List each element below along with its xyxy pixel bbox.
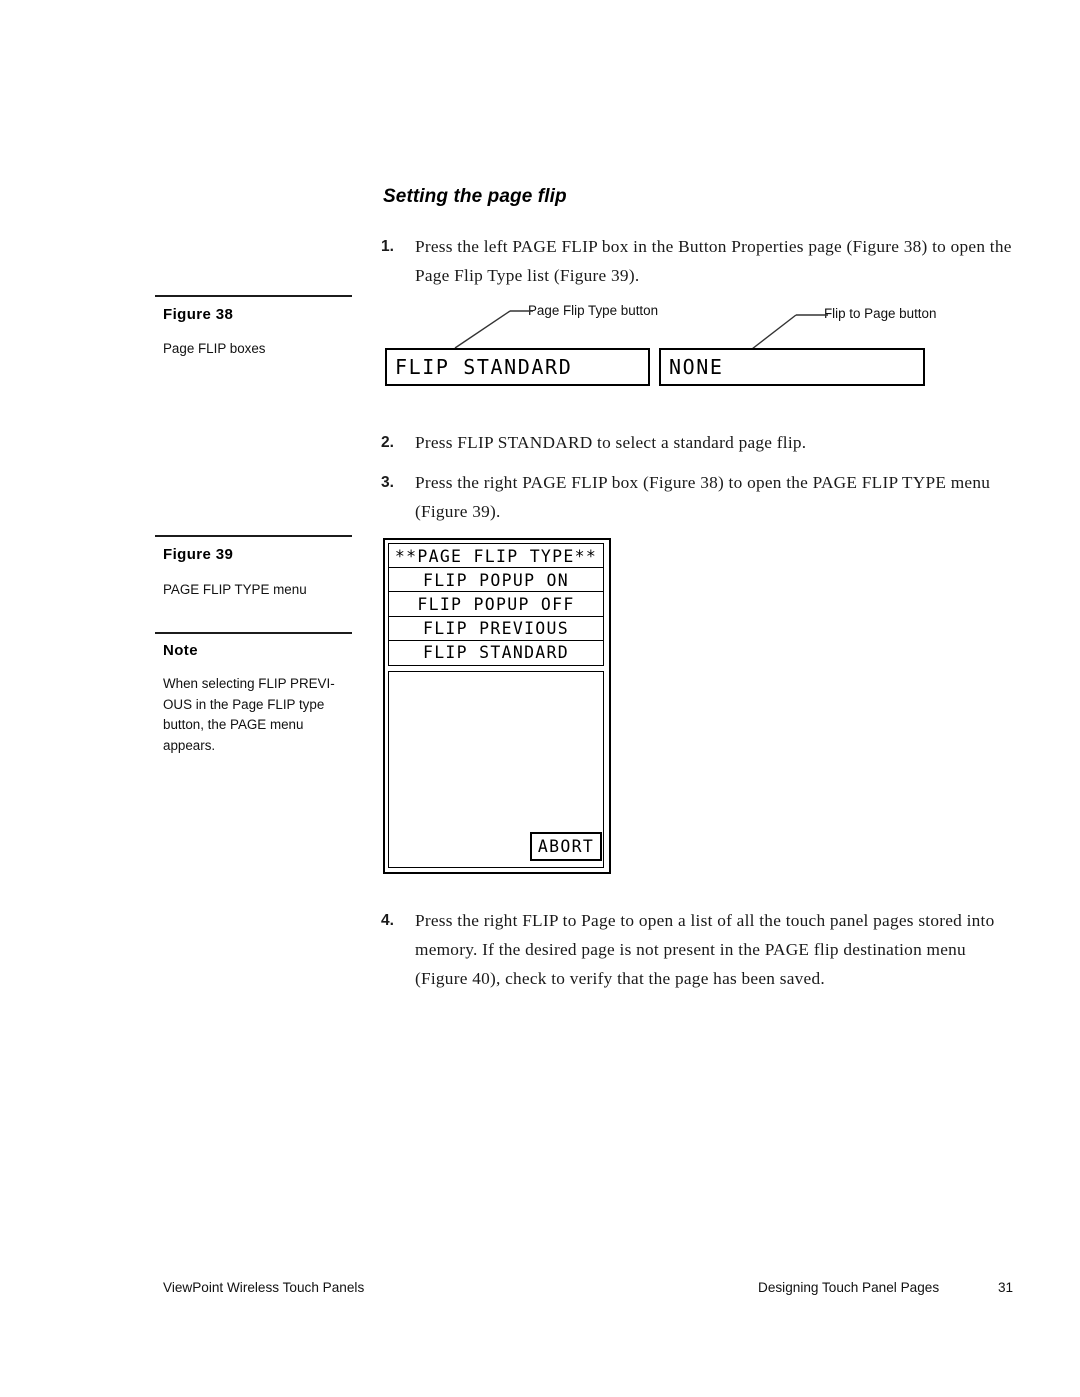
- menu-item-label: FLIP PREVIOUS: [422, 619, 570, 639]
- step-item: 1. Press the left PAGE FLIP box in the B…: [381, 232, 1021, 290]
- note-label: Note: [163, 642, 198, 659]
- menu-empty-area: ABORT: [388, 671, 604, 868]
- menu-row-list: **PAGE FLIP TYPE** FLIP POPUP ON FLIP PO…: [388, 543, 604, 666]
- leader-line-left: [454, 310, 533, 349]
- figure38-label: Figure 38: [163, 306, 234, 323]
- note-text: When selecting FLIP PREVI-OUS in the Pag…: [163, 676, 335, 753]
- step-text: Press the right FLIP to Page to open a l…: [415, 911, 995, 988]
- step-number: 4.: [381, 912, 394, 929]
- leader-line-right: [751, 314, 828, 350]
- menu-item-label: FLIP STANDARD: [422, 643, 570, 663]
- footer-document-title: ViewPoint Wireless Touch Panels: [163, 1280, 365, 1295]
- page-flip-type-value: FLIP STANDARD: [395, 355, 573, 379]
- step-item: 3. Press the right PAGE FLIP box (Figure…: [381, 468, 1021, 526]
- step-text: Press the left PAGE FLIP box in the Butt…: [415, 237, 1012, 285]
- step-number: 2.: [381, 434, 394, 451]
- menu-title-text: **PAGE FLIP TYPE**: [394, 546, 598, 566]
- figure39-caption: PAGE FLIP TYPE menu: [163, 582, 307, 597]
- page-title: Setting the page flip: [383, 186, 567, 207]
- step-number: 1.: [381, 238, 394, 255]
- menu-title-row: **PAGE FLIP TYPE**: [388, 543, 604, 569]
- margin-divider-figure39: [155, 535, 352, 537]
- menu-item-flip-previous[interactable]: FLIP PREVIOUS: [388, 615, 604, 642]
- menu-item-flip-popup-off[interactable]: FLIP POPUP OFF: [388, 591, 604, 618]
- margin-divider-figure38: [155, 295, 352, 297]
- step-item: 2. Press FLIP STANDARD to select a stand…: [381, 428, 1021, 457]
- step-text: Press FLIP STANDARD to select a standard…: [415, 433, 807, 452]
- abort-button[interactable]: ABORT: [530, 832, 602, 861]
- menu-item-label: FLIP POPUP ON: [422, 570, 570, 590]
- callout-label-flip-to-page: Flip to Page button: [824, 306, 937, 321]
- menu-item-label: FLIP POPUP OFF: [417, 594, 575, 614]
- menu-item-flip-standard[interactable]: FLIP STANDARD: [388, 639, 604, 666]
- footer-page-number: 31: [998, 1280, 1014, 1295]
- step-item: 4. Press the right FLIP to Page to open …: [381, 906, 1021, 993]
- figure38-caption: Page FLIP boxes: [163, 341, 266, 356]
- menu-item-flip-popup-on[interactable]: FLIP POPUP ON: [388, 567, 604, 594]
- page-flip-type-box[interactable]: FLIP STANDARD: [385, 348, 650, 386]
- flip-to-page-box[interactable]: NONE: [659, 348, 925, 386]
- footer-section-title: Designing Touch Panel Pages: [758, 1280, 940, 1295]
- flip-to-page-value: NONE: [669, 355, 724, 379]
- callout-label-page-flip-type: Page Flip Type button: [528, 303, 659, 318]
- step-text: Press the right PAGE FLIP box (Figure 38…: [415, 473, 991, 521]
- step-number: 3.: [381, 474, 394, 491]
- abort-button-label: ABORT: [537, 837, 595, 856]
- figure39-label: Figure 39: [163, 546, 234, 563]
- margin-divider-note: [155, 632, 352, 634]
- page-flip-type-menu-panel: **PAGE FLIP TYPE** FLIP POPUP ON FLIP PO…: [383, 538, 611, 874]
